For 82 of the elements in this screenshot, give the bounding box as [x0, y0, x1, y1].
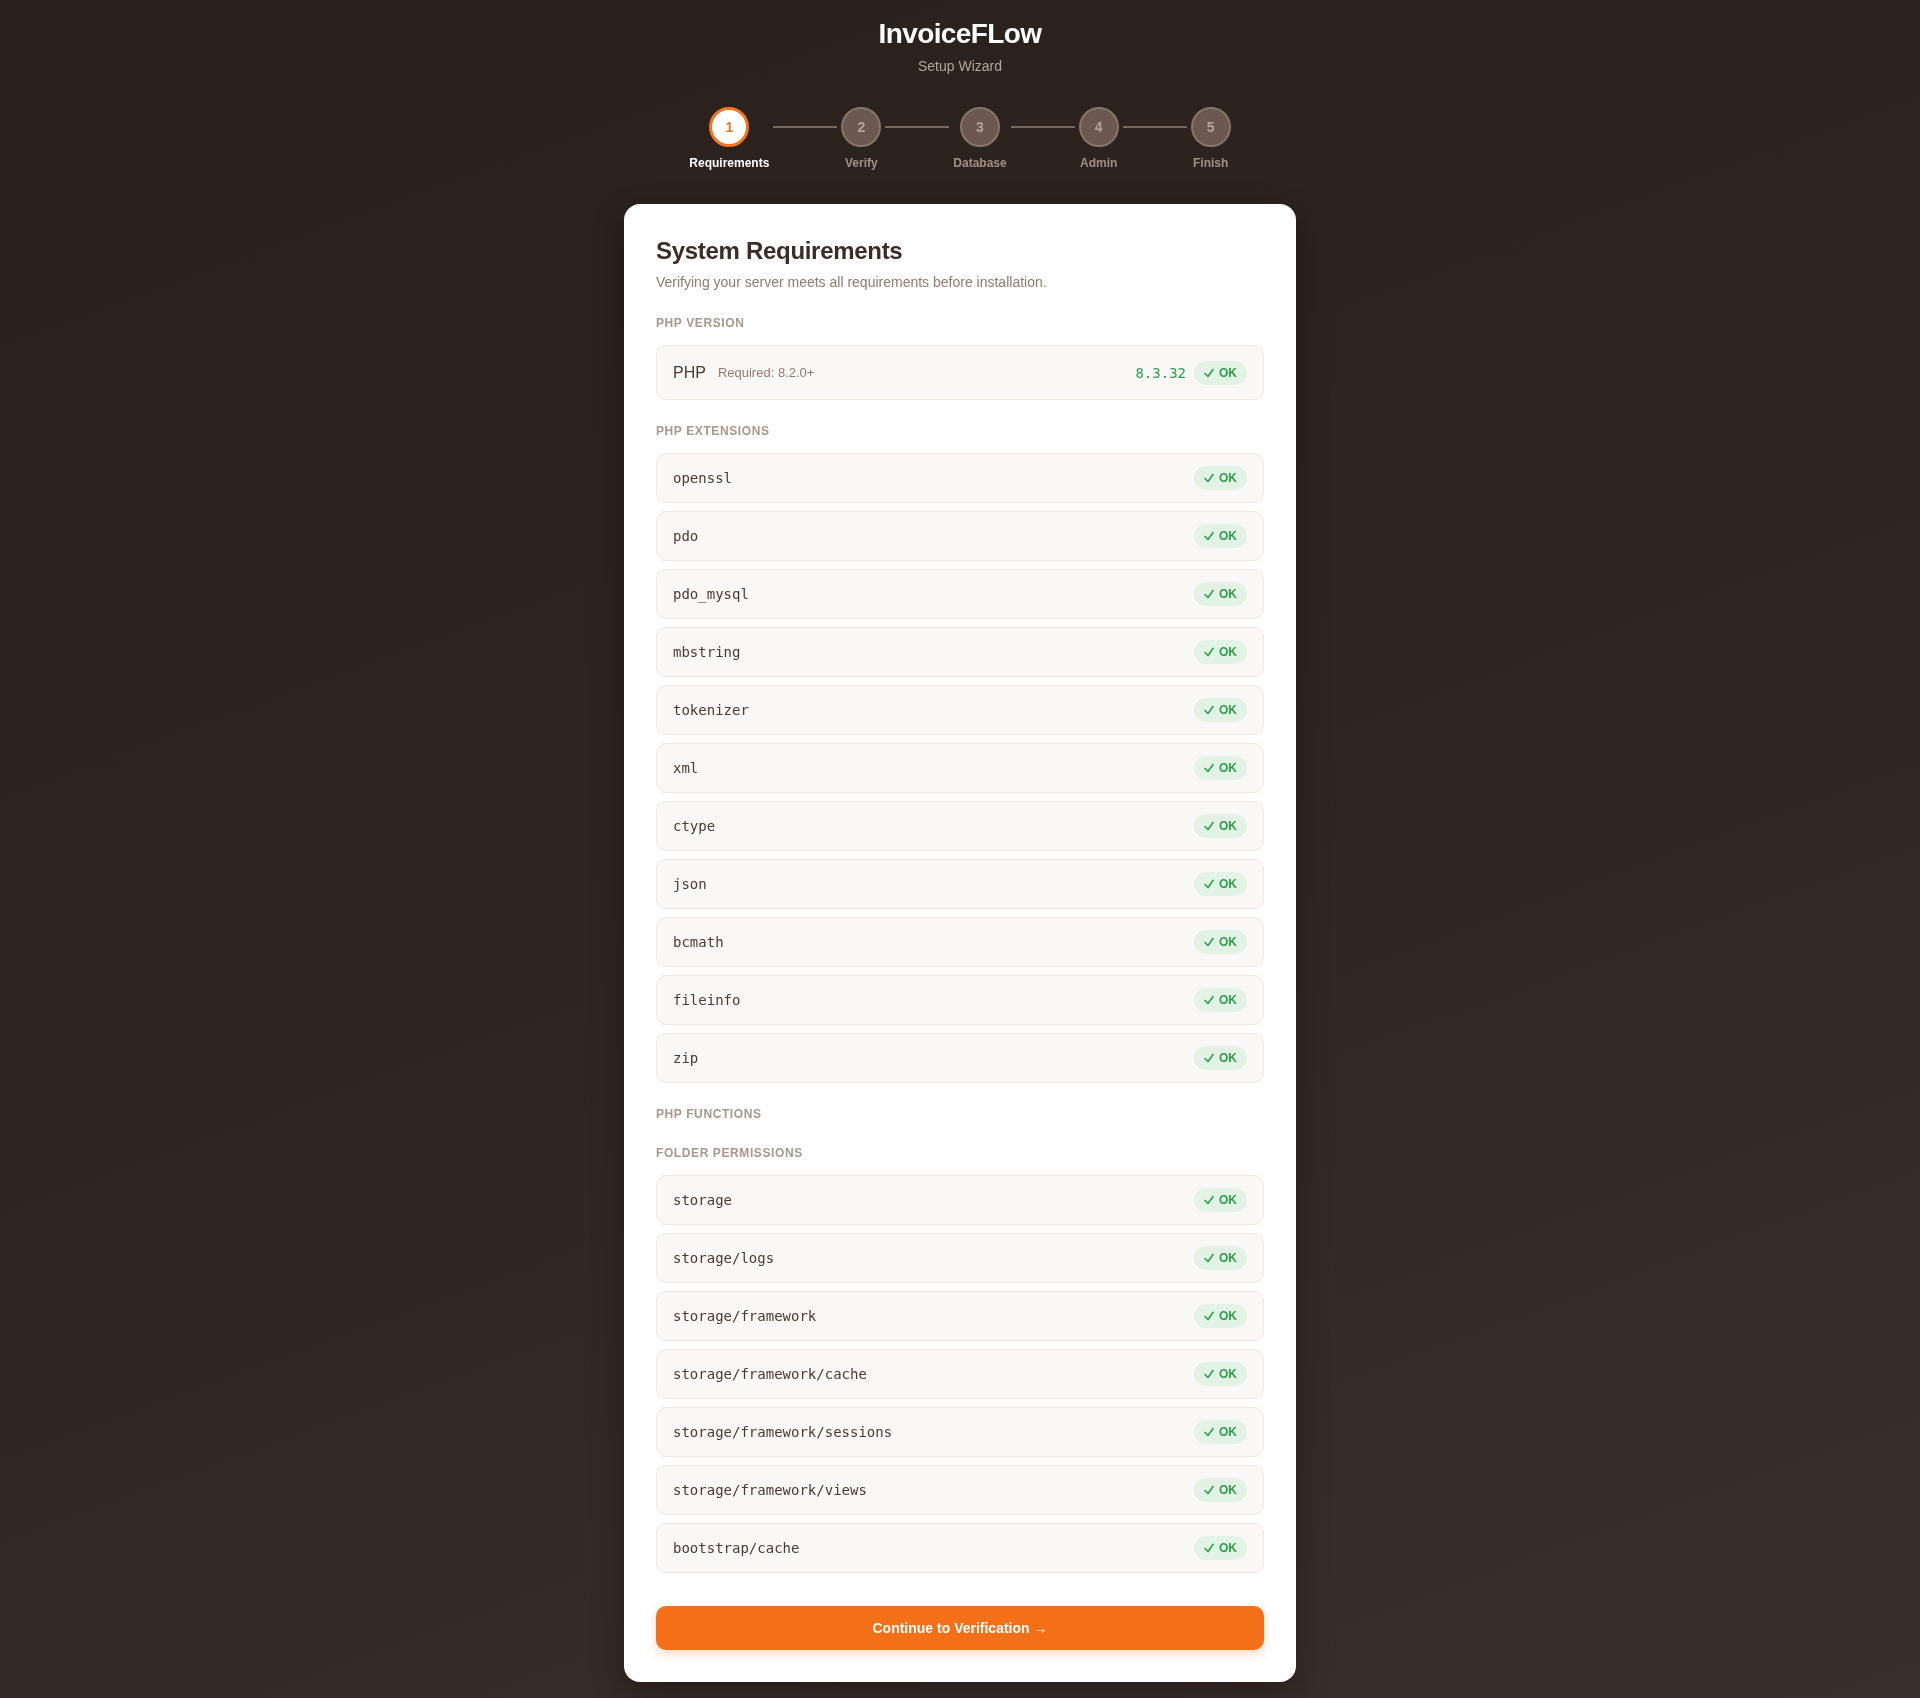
status-text: OK — [1219, 1251, 1237, 1265]
requirement-name: xml — [673, 760, 699, 776]
check-icon — [1204, 647, 1214, 657]
status-text: OK — [1219, 1193, 1237, 1207]
status-text: OK — [1219, 1425, 1237, 1439]
status-text: OK — [1219, 365, 1237, 380]
check-icon — [1204, 1311, 1214, 1321]
requirement-name: storage/framework/sessions — [673, 1424, 893, 1440]
app-title: InvoiceFLow — [878, 17, 1042, 51]
requirement-name: storage/framework/views — [673, 1482, 867, 1498]
app-subtitle: Setup Wizard — [917, 57, 1002, 76]
check-icon — [1204, 821, 1214, 831]
step-connector — [885, 126, 950, 128]
status-text: OK — [1219, 1309, 1237, 1323]
step-connector — [1122, 126, 1187, 128]
requirement-name: bootstrap/cache — [673, 1540, 800, 1556]
requirement-name: storage — [673, 1192, 732, 1208]
check-icon — [1204, 705, 1214, 715]
check-icon — [1204, 1543, 1214, 1553]
requirement-name: json — [673, 876, 707, 892]
required-version: Required: 8.2.0+ — [717, 365, 815, 380]
status-text: OK — [1219, 877, 1237, 891]
step-connector — [1010, 126, 1075, 128]
check-icon — [1204, 1195, 1214, 1205]
status-text: OK — [1219, 645, 1237, 659]
requirement-name: zip — [673, 1050, 699, 1066]
requirement-name: pdo_mysql — [673, 586, 749, 602]
check-icon — [1204, 531, 1214, 541]
step-circle: 5 — [1190, 107, 1231, 147]
check-icon — [1204, 367, 1214, 378]
section-heading: FOLDER PERMISSIONS — [656, 1146, 804, 1161]
step-label: Admin — [1080, 155, 1118, 171]
requirement-name: PHP — [673, 363, 706, 382]
status-text: OK — [1219, 703, 1237, 717]
step-label: Verify — [844, 155, 878, 171]
requirement-name: bcmath — [673, 934, 724, 950]
installed-version: 8.3.32 — [1135, 364, 1186, 381]
section-heading: PHP EXTENSIONS — [656, 424, 771, 439]
card-title: System Requirements — [656, 236, 904, 266]
status-text: OK — [1219, 1367, 1237, 1381]
check-icon — [1204, 1253, 1214, 1263]
step-circle: 3 — [960, 107, 1000, 147]
section-heading: PHP FUNCTIONS — [656, 1107, 763, 1122]
requirement-name: openssl — [673, 470, 732, 486]
status-text: OK — [1219, 993, 1237, 1007]
status-text: OK — [1219, 935, 1237, 949]
check-icon — [1204, 589, 1214, 599]
status-text: OK — [1219, 1483, 1237, 1497]
status-text: OK — [1219, 1541, 1237, 1555]
check-icon — [1204, 1427, 1214, 1437]
check-icon — [1204, 1369, 1214, 1379]
check-icon — [1204, 879, 1214, 889]
requirement-name: tokenizer — [673, 702, 749, 718]
check-icon — [1204, 1485, 1214, 1495]
continue-button[interactable]: Continue to Verification → — [656, 1606, 1264, 1650]
requirement-name: pdo — [673, 528, 699, 544]
check-icon — [1204, 473, 1214, 483]
step-circle: 1 — [709, 107, 750, 147]
status-text: OK — [1219, 529, 1237, 543]
requirement-name: mbstring — [673, 644, 741, 660]
status-text: OK — [1219, 761, 1237, 775]
step-label: Database — [953, 155, 1007, 171]
step-label: Requirements — [689, 155, 770, 171]
status-text: OK — [1219, 1051, 1237, 1065]
requirement-name: storage/logs — [673, 1250, 775, 1266]
check-icon — [1204, 937, 1214, 947]
step-connector — [773, 126, 838, 128]
status-text: OK — [1219, 587, 1237, 601]
check-icon — [1204, 1053, 1214, 1063]
requirement-name: fileinfo — [673, 992, 741, 1008]
status-text: OK — [1219, 819, 1237, 833]
check-icon — [1204, 763, 1214, 773]
requirement-name: storage/framework/cache — [673, 1366, 867, 1382]
check-icon — [1204, 995, 1214, 1005]
step-label: Finish — [1193, 155, 1229, 171]
card-description: Verifying your server meets all requirements before installation. — [656, 273, 1048, 292]
step-circle: 2 — [841, 107, 882, 147]
requirement-name: storage/framework — [673, 1308, 817, 1324]
step-circle: 4 — [1078, 107, 1119, 147]
section-heading: PHP VERSION — [656, 316, 746, 331]
requirement-name: ctype — [673, 818, 716, 834]
status-text: OK — [1219, 471, 1237, 485]
